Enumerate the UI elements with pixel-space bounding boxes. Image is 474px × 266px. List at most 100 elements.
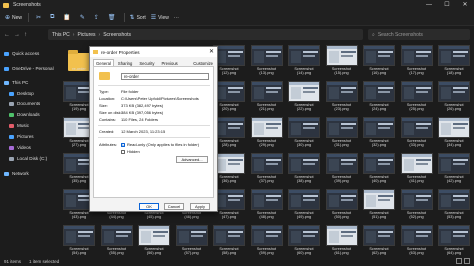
sidebar-item[interactable]: Network [4, 171, 29, 176]
forward-icon[interactable]: → [14, 32, 20, 38]
file-item[interactable]: Screenshot (48).png [250, 189, 284, 223]
sidebar-item[interactable]: Pictures [9, 134, 34, 139]
file-item[interactable]: Screenshot (42).png [437, 153, 471, 187]
thumbnail-detail [401, 226, 432, 229]
sort-button[interactable]: ⇅ Sort [130, 14, 146, 22]
thumbnail-detail [326, 226, 357, 229]
file-item[interactable]: Screenshot (33).png [400, 117, 434, 151]
thumbnail-detail [378, 199, 390, 201]
file-item[interactable]: Screenshot (51).png [362, 189, 396, 223]
file-item[interactable]: Screenshot (16).png [362, 45, 396, 79]
file-name: Screenshot (29).png [256, 139, 277, 148]
file-item[interactable]: Screenshot (64).png [437, 225, 471, 259]
file-item[interactable]: Screenshot (58).png [212, 225, 246, 259]
breadcrumb-screenshots[interactable]: Screenshots [103, 32, 131, 38]
file-item[interactable]: Screenshot (59).png [250, 225, 284, 259]
size-on-disk-label: Size on disk: [99, 110, 122, 115]
details-view-icon[interactable] [456, 258, 462, 264]
file-item[interactable]: Screenshot (39).png [325, 153, 359, 187]
share-button[interactable]: ⇪ [94, 14, 101, 21]
sidebar-item[interactable]: Desktop [9, 91, 34, 96]
divider [98, 85, 210, 86]
breadcrumb-pictures[interactable]: Pictures [77, 32, 95, 38]
sidebar-item[interactable]: OneDrive - Personal [4, 66, 54, 71]
file-item[interactable]: Screenshot (55).png [100, 225, 134, 259]
ok-button[interactable]: OK [139, 203, 159, 210]
file-item[interactable]: Screenshot (26).png [437, 81, 471, 115]
file-item[interactable]: Screenshot (29).png [250, 117, 284, 151]
file-item[interactable]: Screenshot (14).png [287, 45, 321, 79]
file-item[interactable]: Screenshot (56).png [137, 225, 171, 259]
file-item[interactable]: Screenshot (57).png [175, 225, 209, 259]
view-label: View [158, 14, 169, 21]
file-item[interactable]: Screenshot (63).png [400, 225, 434, 259]
sidebar-item[interactable]: Documents [9, 101, 40, 106]
file-item[interactable]: Screenshot (52).png [400, 189, 434, 223]
minimize-button[interactable]: — [420, 0, 438, 10]
file-item[interactable]: Screenshot (22).png [287, 81, 321, 115]
file-item[interactable]: Screenshot (30).png [287, 117, 321, 151]
advanced-button[interactable]: Advanced... [176, 156, 208, 163]
dialog-close-button[interactable]: ✕ [209, 48, 214, 55]
file-item[interactable]: Screenshot (25).png [400, 81, 434, 115]
sidebar-item[interactable]: Downloads [9, 112, 40, 117]
file-item[interactable]: Screenshot (50).png [325, 189, 359, 223]
file-item[interactable]: Screenshot (40).png [362, 153, 396, 187]
sidebar-item-icon [4, 171, 9, 176]
file-item[interactable]: Screenshot (31).png [325, 117, 359, 151]
file-item[interactable]: Screenshot (23).png [325, 81, 359, 115]
hidden-checkbox[interactable]: Hidden [121, 149, 140, 154]
sidebar-item[interactable]: Music [9, 123, 29, 128]
address-bar[interactable]: This PC › Pictures › Screenshots [48, 29, 363, 40]
file-item[interactable]: Screenshot (21).png [250, 81, 284, 115]
sidebar-item[interactable]: Local Disk (C:) [9, 156, 47, 161]
more-button[interactable]: ··· [174, 15, 179, 21]
file-item[interactable]: Screenshot (18).png [437, 45, 471, 79]
file-item[interactable]: Screenshot (53).png [437, 189, 471, 223]
delete-button[interactable]: 🗑 [108, 14, 118, 21]
file-item[interactable]: Screenshot (60).png [287, 225, 321, 259]
readonly-checkbox[interactable]: ■ Read-only (Only applies to files in fo… [121, 142, 199, 147]
new-button[interactable]: ⊕ New [5, 14, 22, 22]
folder-name-field[interactable]: re-order [121, 73, 209, 80]
search-input[interactable]: ⌕ Search Screenshots [368, 29, 470, 40]
file-item[interactable]: Screenshot (32).png [362, 117, 396, 151]
thumbnail-detail [364, 118, 394, 121]
large-icons-view-icon[interactable] [464, 258, 470, 264]
rename-button[interactable]: ✎ [80, 14, 87, 21]
cut-button[interactable]: ✂ [36, 14, 43, 21]
sidebar-item[interactable]: Videos [9, 145, 31, 150]
view-button[interactable]: ☰ View [151, 14, 169, 22]
cancel-button[interactable]: Cancel [164, 203, 184, 210]
window-title: Screenshots [13, 2, 41, 8]
file-item[interactable]: Screenshot (13).png [250, 45, 284, 79]
up-icon[interactable]: ↑ [24, 32, 27, 38]
file-item[interactable]: Screenshot (34).png [437, 117, 471, 151]
paste-button[interactable]: 📋 [63, 14, 72, 21]
file-item[interactable]: Screenshot (37).png [250, 153, 284, 187]
file-item[interactable]: Screenshot (41).png [400, 153, 434, 187]
file-item[interactable]: Screenshot (17).png [400, 45, 434, 79]
thumbnail-detail [303, 159, 318, 161]
breadcrumb-this-pc[interactable]: This PC [52, 32, 70, 38]
close-button[interactable]: ✕ [456, 0, 474, 10]
file-item[interactable]: Screenshot (62).png [362, 225, 396, 259]
copy-button[interactable]: ⧉ [50, 14, 56, 21]
file-item[interactable]: Screenshot (61).png [325, 225, 359, 259]
apply-button[interactable]: Apply [190, 203, 210, 210]
sidebar-item[interactable]: This PC [4, 80, 28, 85]
maximize-button[interactable]: ☐ [438, 0, 456, 10]
file-name: Screenshot (31).png [331, 139, 352, 148]
file-item[interactable]: Screenshot (38).png [287, 153, 321, 187]
file-item[interactable]: Screenshot (15).png [325, 45, 359, 79]
image-thumbnail [288, 81, 320, 102]
file-item[interactable]: Screenshot (24).png [362, 81, 396, 115]
sidebar-item[interactable]: Quick access [4, 51, 39, 56]
thumbnail-detail [364, 190, 394, 193]
sidebar-item-icon [4, 66, 9, 71]
back-icon[interactable]: ← [4, 32, 10, 38]
image-thumbnail [288, 189, 320, 210]
file-item[interactable]: Screenshot (49).png [287, 189, 321, 223]
file-item[interactable]: Screenshot (54).png [62, 225, 96, 259]
sidebar-item-label: Desktop [17, 91, 34, 96]
